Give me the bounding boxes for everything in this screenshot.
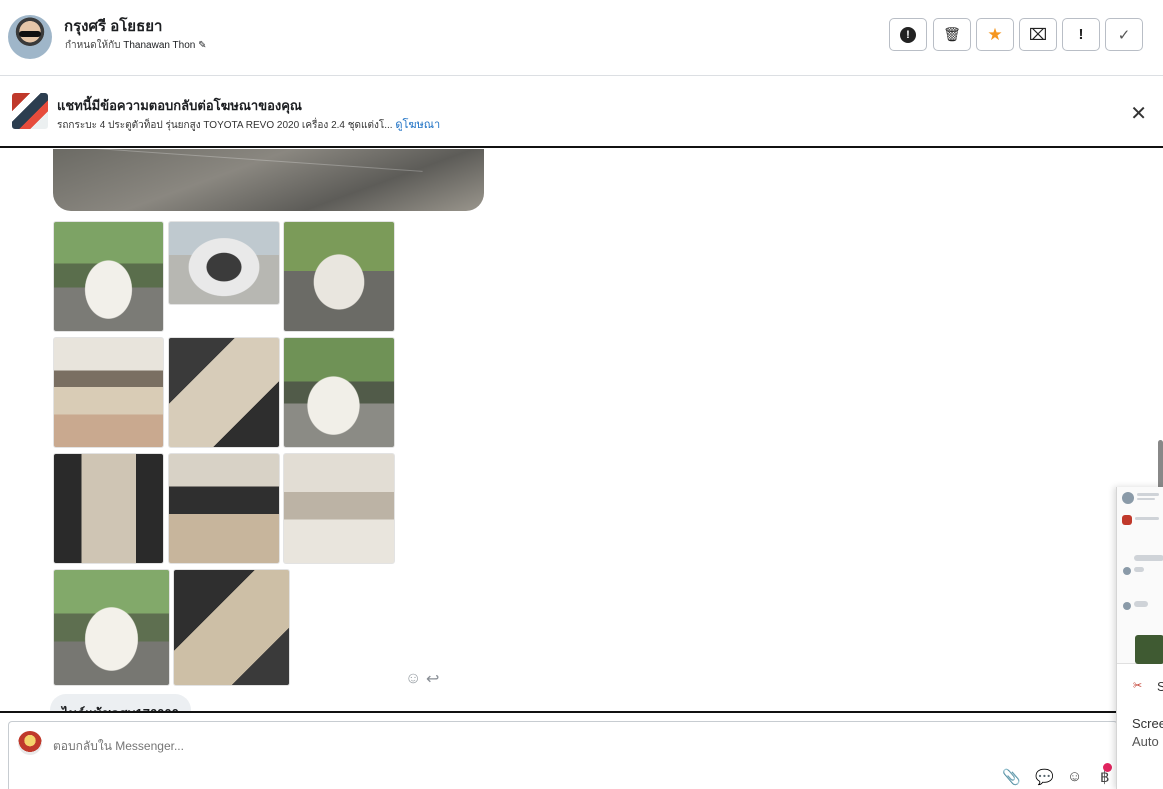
floating-preview-panel[interactable]: ✂ S Scree Auto xyxy=(1116,487,1163,789)
message-thread[interactable]: ☺ ↩ ไมล์แท้ชุดสูบ176000 xyxy=(0,149,1163,711)
paperclip-icon[interactable]: 📎 xyxy=(1002,768,1021,786)
ad-reply-banner: แชทนี้มีข้อความตอบกลับต่อโฆษณาของคุณ รถก… xyxy=(0,77,1163,148)
assignment-row[interactable]: กำหนดให้กับ Thanawan Thon ✎ xyxy=(65,38,207,53)
notification-title: Scree xyxy=(1132,716,1163,731)
saved-reply-icon[interactable]: 💬 xyxy=(1035,768,1054,786)
ad-description: รถกระบะ 4 ประตูตัวท็อป รุ่นยกสูง TOYOTA … xyxy=(57,120,393,131)
photo-attachment[interactable] xyxy=(168,221,280,305)
photo-attachment[interactable] xyxy=(173,569,290,686)
close-icon[interactable]: ✕ xyxy=(1130,101,1147,126)
alert-circle-icon: ! xyxy=(900,26,916,43)
photo-attachment[interactable] xyxy=(283,221,395,332)
emoji-icon[interactable]: ☺ xyxy=(1067,768,1082,785)
photo-attachment[interactable] xyxy=(168,453,280,564)
checkmark-icon: ✓ xyxy=(1117,26,1131,44)
star-button[interactable]: ★ xyxy=(976,18,1014,51)
reply-arrow-icon[interactable]: ↩ xyxy=(426,669,439,689)
delete-button[interactable]: 🗑 xyxy=(933,18,971,51)
assignee-name[interactable]: Thanawan Thon xyxy=(123,40,195,51)
assign-label: กำหนดให้กับ xyxy=(65,40,121,51)
message-image[interactable] xyxy=(53,149,484,211)
photo-attachment[interactable] xyxy=(53,337,164,448)
archive-icon: ⌧ xyxy=(1028,26,1048,44)
exclamation-icon: ! xyxy=(1078,26,1084,43)
contact-name[interactable]: กรุงศรี อโยธยา xyxy=(64,14,162,38)
mark-done-button[interactable]: ✓ xyxy=(1105,18,1143,51)
reply-composer: 📎 💬 ☺ ฿ xyxy=(8,721,1118,789)
ad-thumbnail[interactable] xyxy=(12,93,48,129)
snipping-tool-icon: ✂ xyxy=(1133,680,1143,692)
trash-icon: 🗑 xyxy=(943,26,961,42)
ad-banner-subtitle: รถกระบะ 4 ประตูตัวท็อป รุ่นยกสูง TOYOTA … xyxy=(57,115,440,133)
photo-attachment[interactable] xyxy=(53,221,164,332)
notification-app-name: S xyxy=(1157,679,1163,694)
reply-input[interactable] xyxy=(53,739,653,753)
preview-thumbnail[interactable] xyxy=(1117,487,1163,664)
photo-attachment[interactable] xyxy=(283,453,395,564)
contact-avatar[interactable] xyxy=(8,15,52,59)
photo-attachment[interactable] xyxy=(53,569,170,686)
star-icon: ★ xyxy=(987,24,1003,44)
photo-attachment[interactable] xyxy=(53,453,164,564)
page-avatar xyxy=(18,731,42,755)
archive-button[interactable]: ⌧ xyxy=(1019,18,1057,51)
photo-attachment[interactable] xyxy=(168,337,280,448)
view-ad-link[interactable]: ดูโฆษณา xyxy=(395,119,440,131)
message-bubble: ไมล์แท้ชุดสูบ176000 xyxy=(50,694,191,711)
conversation-header: กรุงศรี อโยธยา กำหนดให้กับ Thanawan Thon… xyxy=(0,0,1163,76)
screenshot-notification[interactable]: ✂ S Scree Auto xyxy=(1117,664,1163,789)
notification-body: Auto xyxy=(1132,734,1159,749)
composer-divider xyxy=(0,711,1118,713)
ad-banner-title: แชทนี้มีข้อความตอบกลับต่อโฆษณาของคุณ xyxy=(57,98,302,113)
photo-attachment[interactable] xyxy=(283,337,395,448)
mark-important-button[interactable]: ! xyxy=(1062,18,1100,51)
mark-spam-button[interactable]: ! xyxy=(889,18,927,51)
pencil-icon[interactable]: ✎ xyxy=(198,40,206,51)
notification-dot xyxy=(1103,763,1112,772)
smiley-react-icon[interactable]: ☺ xyxy=(405,670,421,688)
